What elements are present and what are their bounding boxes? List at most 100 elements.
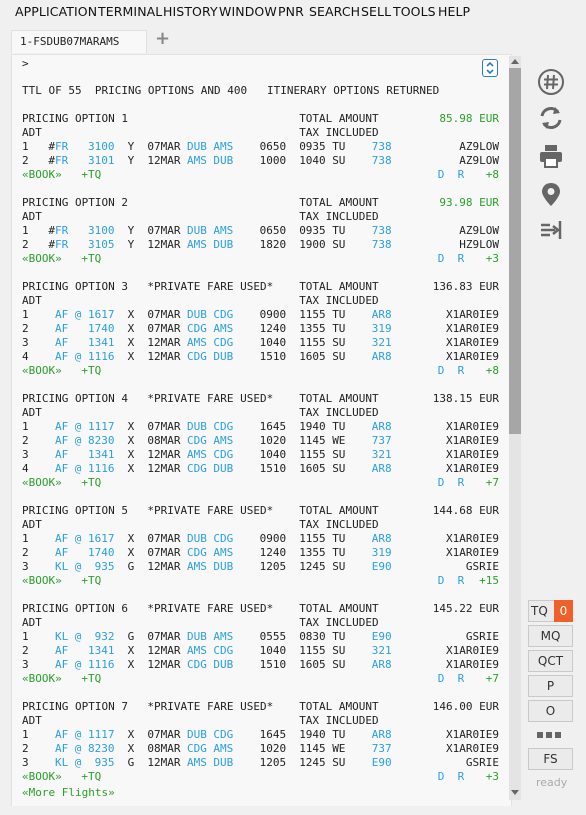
menu-help[interactable]: HELP (438, 4, 470, 19)
destination-airport[interactable]: CDG (213, 532, 233, 546)
origin-airport[interactable]: AMS (187, 448, 207, 462)
equipment-code[interactable]: 738 (372, 154, 392, 168)
origin-airport[interactable]: AMS (187, 336, 207, 350)
origin-airport[interactable]: AMS (187, 238, 207, 252)
scroll-toggle-button[interactable] (482, 59, 498, 77)
rules-link-r[interactable]: R (458, 770, 465, 784)
destination-airport[interactable]: DUB (213, 154, 233, 168)
airline-code[interactable]: KL (55, 630, 68, 644)
origin-airport[interactable]: CDG (187, 658, 207, 672)
airline-code[interactable]: KL (55, 756, 68, 770)
detail-link-d[interactable]: D (438, 364, 445, 378)
flight-number[interactable]: 1617 (88, 308, 115, 322)
flight-number[interactable]: 1116 (88, 350, 115, 364)
rules-link-r[interactable]: R (458, 574, 465, 588)
equipment-code[interactable]: AR8 (372, 420, 392, 434)
destination-airport[interactable]: DUB (213, 658, 233, 672)
equipment-code[interactable]: AR8 (372, 728, 392, 742)
tq-link[interactable]: +TQ (81, 672, 101, 686)
flight-number[interactable]: 1117 (88, 728, 115, 742)
flight-number[interactable]: 3101 (88, 154, 115, 168)
airline-code[interactable]: FR (55, 238, 68, 252)
destination-airport[interactable]: DUB (213, 560, 233, 574)
o-button[interactable]: O (528, 700, 573, 722)
menu-terminal[interactable]: TERMINAL (98, 4, 162, 19)
qct-button[interactable]: QCT (528, 650, 573, 672)
equipment-code[interactable]: 321 (372, 644, 392, 658)
origin-airport[interactable]: DUB (187, 140, 207, 154)
airline-code[interactable]: AF (55, 462, 68, 476)
flight-number[interactable]: 1740 (88, 546, 115, 560)
airline-code[interactable]: FR (55, 224, 68, 238)
equipment-code[interactable]: 738 (372, 238, 392, 252)
flight-number[interactable]: 1116 (88, 462, 115, 476)
flight-number[interactable]: 8230 (88, 434, 115, 448)
origin-airport[interactable]: DUB (187, 630, 207, 644)
destination-airport[interactable]: DUB (213, 350, 233, 364)
flight-number[interactable]: 1341 (88, 336, 115, 350)
mq-button[interactable]: MQ (528, 625, 573, 647)
more-options-count[interactable]: +7 (486, 672, 499, 686)
menu-window[interactable]: WINDOW (219, 4, 277, 19)
flight-number[interactable]: 1617 (88, 532, 115, 546)
menu-application[interactable]: APPLICATION (15, 4, 97, 19)
tq-button[interactable]: TQ (528, 600, 555, 622)
tq-link[interactable]: +TQ (81, 574, 101, 588)
more-options-count[interactable]: +8 (486, 364, 499, 378)
equipment-code[interactable]: E90 (372, 756, 392, 770)
origin-airport[interactable]: CDG (187, 434, 207, 448)
split-icon[interactable] (537, 216, 565, 244)
flight-number[interactable]: 935 (95, 560, 115, 574)
origin-airport[interactable]: AMS (187, 154, 207, 168)
origin-airport[interactable]: CDG (187, 546, 207, 560)
scroll-down-arrow-icon[interactable] (511, 790, 519, 795)
equipment-code[interactable]: 737 (372, 742, 392, 756)
airline-code[interactable]: AF (55, 350, 68, 364)
equipment-code[interactable]: AR8 (372, 658, 392, 672)
flight-number[interactable]: 1117 (88, 420, 115, 434)
airline-code[interactable]: AF (55, 434, 68, 448)
scrollbar-thumb[interactable] (509, 68, 521, 434)
print-icon[interactable] (537, 142, 565, 170)
destination-airport[interactable]: AMS (213, 630, 233, 644)
scroll-up-arrow-icon[interactable] (511, 59, 519, 64)
command-prompt[interactable]: > (22, 57, 29, 70)
menu-tools[interactable]: TOOLS (393, 4, 436, 19)
origin-airport[interactable]: CDG (187, 350, 207, 364)
terminal-scrollbar[interactable] (509, 56, 521, 800)
equipment-code[interactable]: 737 (372, 434, 392, 448)
book-link[interactable]: «BOOK» (22, 476, 62, 490)
equipment-code[interactable]: 321 (372, 336, 392, 350)
rules-link-r[interactable]: R (458, 476, 465, 490)
destination-airport[interactable]: AMS (213, 224, 233, 238)
equipment-code[interactable]: 321 (372, 448, 392, 462)
detail-link-d[interactable]: D (438, 770, 445, 784)
more-options-count[interactable]: +8 (486, 168, 499, 182)
book-link[interactable]: «BOOK» (22, 168, 62, 182)
destination-airport[interactable]: DUB (213, 462, 233, 476)
origin-airport[interactable]: DUB (187, 420, 207, 434)
equipment-code[interactable]: 738 (372, 224, 392, 238)
airline-code[interactable]: FR (55, 140, 68, 154)
equipment-code[interactable]: AR8 (372, 308, 392, 322)
equipment-code[interactable]: AR8 (372, 462, 392, 476)
destination-airport[interactable]: AMS (213, 742, 233, 756)
destination-airport[interactable]: CDG (213, 308, 233, 322)
origin-airport[interactable]: AMS (187, 644, 207, 658)
airline-code[interactable]: AF (55, 532, 68, 546)
equipment-code[interactable]: 738 (372, 140, 392, 154)
destination-airport[interactable]: CDG (213, 448, 233, 462)
destination-airport[interactable]: AMS (213, 434, 233, 448)
flight-number[interactable]: 1116 (88, 658, 115, 672)
detail-link-d[interactable]: D (438, 252, 445, 266)
origin-airport[interactable]: AMS (187, 756, 207, 770)
destination-airport[interactable]: AMS (213, 322, 233, 336)
fs-button[interactable]: FS (528, 748, 573, 770)
airline-code[interactable]: AF (55, 658, 68, 672)
equipment-code[interactable]: AR8 (372, 532, 392, 546)
origin-airport[interactable]: DUB (187, 532, 207, 546)
detail-link-d[interactable]: D (438, 168, 445, 182)
add-tab-button[interactable]: + (155, 28, 170, 49)
flight-number[interactable]: 8230 (88, 742, 115, 756)
flight-number[interactable]: 1341 (88, 644, 115, 658)
